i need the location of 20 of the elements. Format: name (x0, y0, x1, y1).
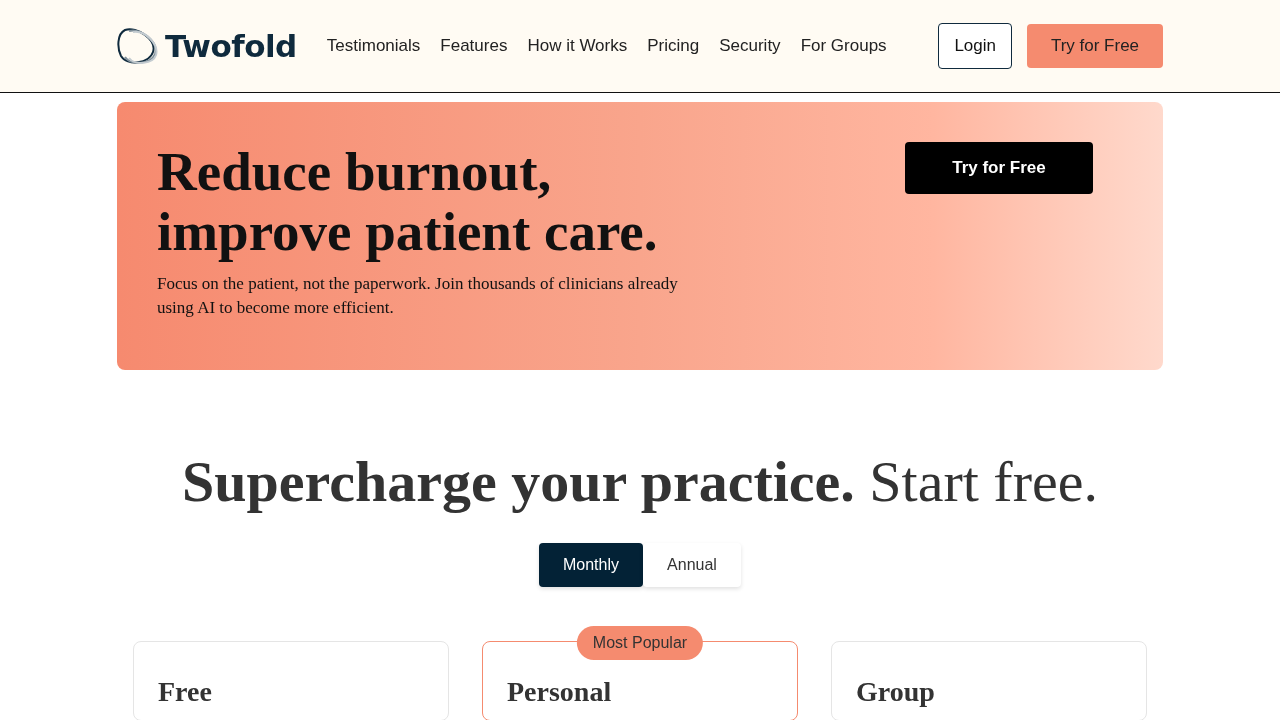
plan-name: Free (158, 676, 213, 708)
nav-link[interactable]: How it Works (527, 36, 628, 56)
popular-badge: Most Popular (576, 626, 704, 660)
nav-link[interactable]: Security (719, 36, 781, 56)
logo-icon (117, 26, 159, 66)
nav-link[interactable]: Pricing (647, 36, 700, 56)
billing-tab[interactable]: Annual (643, 543, 741, 587)
login-button[interactable]: Login (938, 23, 1012, 69)
pricing-heading: Supercharge your practice. Start free. (181, 448, 1099, 515)
plan-name: Personal (507, 676, 613, 708)
hero-title: Reduce burnout, improve patient care. (157, 142, 659, 262)
nav-link[interactable]: For Groups (800, 36, 887, 56)
try-free-button[interactable]: Try for Free (1027, 24, 1163, 68)
logo-text[interactable]: Twofold (165, 28, 297, 64)
nav-link[interactable]: Testimonials (326, 36, 421, 56)
nav-link[interactable]: Features (440, 36, 508, 56)
plan-name: Group (856, 676, 936, 708)
billing-tab[interactable]: Monthly (539, 543, 643, 587)
hero-subtitle: Focus on the patient, not the paperwork. Join thousands of clinicians already using AI to become more efficient. (157, 273, 679, 319)
try-free-button[interactable]: Try for Free (905, 142, 1093, 194)
